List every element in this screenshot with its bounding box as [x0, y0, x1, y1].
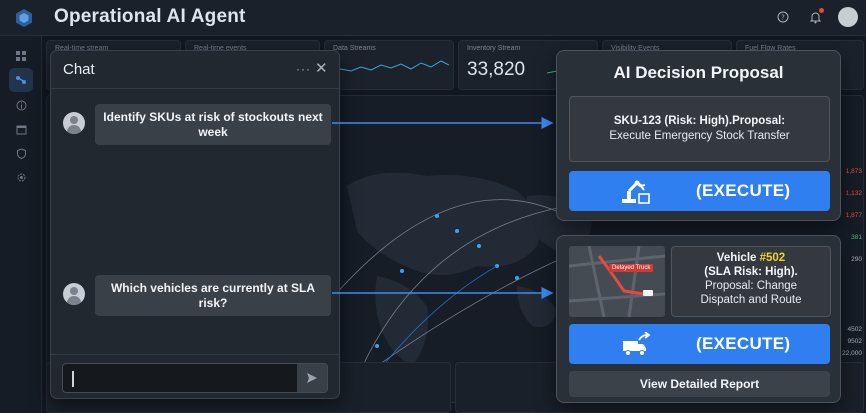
more-options-icon[interactable]: ···	[296, 62, 311, 76]
ai-decision-title: AI Decision Proposal	[613, 63, 784, 82]
vehicle-proposal-card: Delayed Truck Vehicle #502 (SLA Risk: Hi…	[556, 235, 841, 403]
sidebar-shield-icon[interactable]	[9, 141, 33, 165]
vehicle-proposal-box: Vehicle #502 (SLA Risk: High). Proposal:…	[671, 246, 831, 317]
execute-label: (EXECUTE)	[696, 181, 791, 200]
help-icon[interactable]: ?	[774, 8, 792, 26]
sku-proposal-summary: SKU-123 (Risk: High).Proposal:	[613, 115, 786, 127]
chat-input-area	[51, 354, 339, 398]
sidebar	[0, 36, 42, 413]
vehicle-risk: (SLA Risk: High).	[704, 266, 798, 278]
sidebar-grid-icon[interactable]	[9, 44, 33, 68]
kpi-value: 33,820	[467, 59, 526, 80]
chat-message: Which vehicles are currently at SLA risk…	[95, 275, 331, 316]
app-title: Operational AI Agent	[54, 6, 246, 27]
top-bar: Operational AI Agent ?	[0, 0, 866, 36]
chat-input[interactable]	[62, 363, 328, 393]
execute-label: (EXECUTE)	[696, 334, 791, 353]
delayed-truck-tag: Delayed Truck	[609, 264, 654, 272]
vehicle-proposal-line: Proposal: Change	[704, 280, 798, 292]
chat-message: Identify SKUs at risk of stockouts next …	[95, 104, 331, 145]
sidebar-info-icon[interactable]	[9, 93, 33, 117]
mini-route-map: Delayed Truck	[569, 246, 665, 317]
vehicle-proposal-action: Dispatch and Route	[700, 294, 802, 306]
send-icon	[307, 373, 317, 383]
sidebar-settings-gear-icon[interactable]	[9, 165, 33, 189]
route-map-graphic	[569, 246, 665, 317]
sku-proposal-box: SKU-123 (Risk: High).Proposal: Execute E…	[569, 96, 830, 162]
view-detailed-report-button[interactable]: View Detailed Report	[569, 371, 830, 397]
svg-text:?: ?	[781, 14, 785, 22]
chat-title: Chat	[63, 61, 95, 78]
kpi-card: Data Streams	[324, 40, 454, 90]
close-icon[interactable]: ✕	[315, 59, 328, 77]
sidebar-calendar-icon[interactable]	[9, 117, 33, 141]
ai-decision-card: AI Decision Proposal SKU-123 (Risk: High…	[556, 50, 841, 221]
avatar	[63, 112, 85, 134]
notification-bell-icon[interactable]	[806, 8, 824, 26]
vehicle-heading: Vehicle #502	[672, 251, 830, 265]
kpi-label: Inventory Stream	[467, 45, 521, 52]
avatar	[63, 283, 85, 305]
execute-stock-transfer-button[interactable]: (EXECUTE)	[569, 171, 830, 211]
vehicle-number: #502	[759, 252, 786, 264]
sidebar-agent-icon[interactable]	[9, 68, 33, 92]
chat-panel: Chat ··· ✕ Identify SKUs at risk of stoc…	[50, 50, 340, 399]
sku-proposal-action: Execute Emergency Stock Transfer	[609, 130, 790, 142]
robot-arm-icon	[622, 180, 650, 204]
kpi-label: Data Streams	[333, 45, 376, 52]
truck-reroute-icon	[623, 332, 651, 356]
text-caret	[72, 371, 74, 387]
app-logo-icon	[16, 9, 32, 27]
execute-dispatch-button[interactable]: (EXECUTE)	[569, 324, 830, 364]
send-button[interactable]	[297, 364, 327, 392]
user-avatar[interactable]	[838, 7, 858, 27]
vehicle-prefix: Vehicle	[716, 252, 760, 264]
chat-header: Chat ··· ✕	[51, 51, 339, 89]
sparkline	[331, 60, 449, 74]
